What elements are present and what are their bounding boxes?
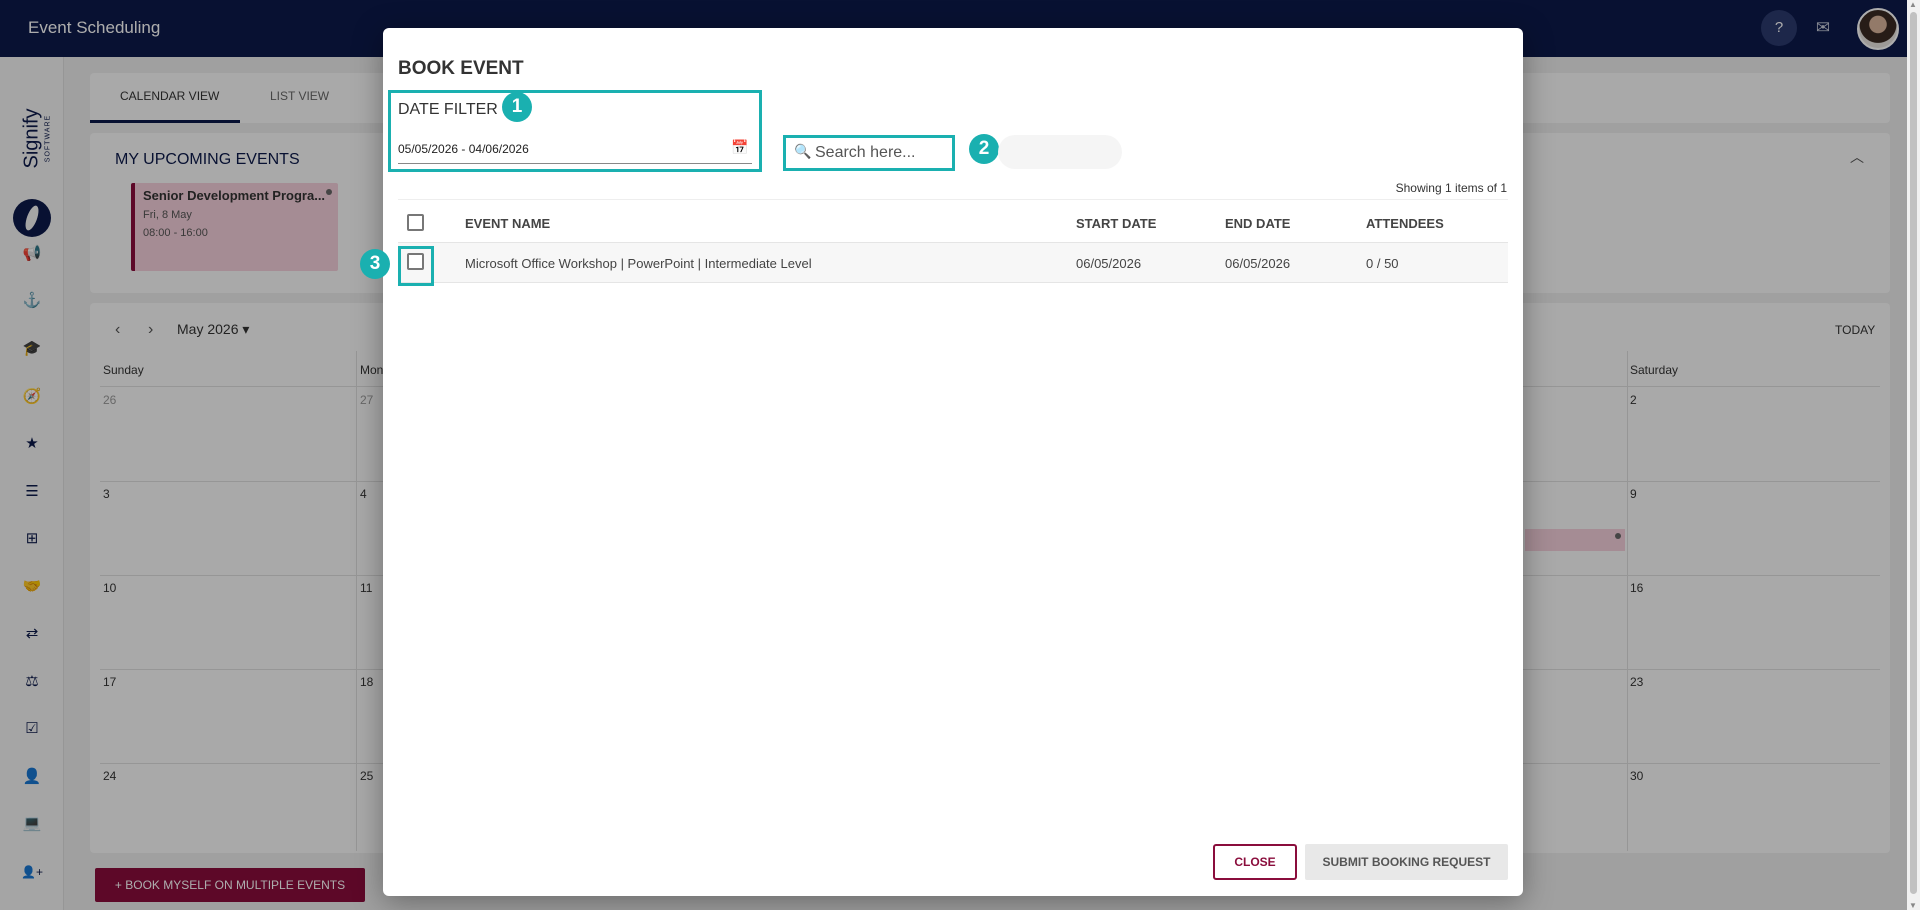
secondary-search-pill[interactable]	[998, 135, 1122, 169]
scrollbar-thumb[interactable]	[1910, 12, 1917, 894]
scroll-up-icon[interactable]: ▲	[1909, 0, 1917, 9]
cell-attendees: 0 / 50	[1366, 256, 1399, 271]
cell-event-name: Microsoft Office Workshop | PowerPoint |…	[465, 256, 812, 271]
cell-end-date: 06/05/2026	[1225, 256, 1291, 271]
highlight-box-row-checkbox	[398, 246, 434, 286]
column-attendees[interactable]: ATTENDEES	[1366, 216, 1444, 231]
column-event-name[interactable]: EVENT NAME	[465, 216, 550, 231]
select-all-checkbox[interactable]	[407, 214, 424, 231]
column-start-date[interactable]: START DATE	[1076, 216, 1156, 231]
book-event-dialog: BOOK EVENT 1 DATE FILTER 05/05/2026 - 04…	[360, 28, 1523, 896]
step-badge-1: 1	[502, 92, 532, 122]
search-input[interactable]	[815, 142, 945, 164]
table-row[interactable]: Microsoft Office Workshop | PowerPoint |…	[398, 243, 1508, 283]
date-filter-label: DATE FILTER	[398, 101, 498, 118]
close-button[interactable]: CLOSE	[1213, 844, 1297, 880]
step-badge-2: 2	[969, 134, 999, 164]
step-badge-3: 3	[360, 249, 390, 279]
date-range-field[interactable]: 05/05/2026 - 04/06/2026	[398, 142, 529, 156]
column-end-date[interactable]: END DATE	[1225, 216, 1290, 231]
search-icon: 🔍	[794, 143, 812, 159]
results-count: Showing 1 items of 1	[1395, 181, 1507, 195]
dialog-title: BOOK EVENT	[398, 58, 524, 79]
cell-start-date: 06/05/2026	[1076, 256, 1142, 271]
submit-booking-request-button[interactable]: SUBMIT BOOKING REQUEST	[1305, 844, 1508, 880]
table-header: EVENT NAME START DATE END DATE ATTENDEES	[398, 199, 1508, 243]
scroll-down-icon[interactable]: ▼	[1909, 901, 1917, 910]
calendar-icon[interactable]: 📅	[731, 139, 748, 156]
date-field-underline	[398, 163, 752, 164]
vertical-scrollbar[interactable]: ▲ ▼	[1907, 0, 1920, 910]
